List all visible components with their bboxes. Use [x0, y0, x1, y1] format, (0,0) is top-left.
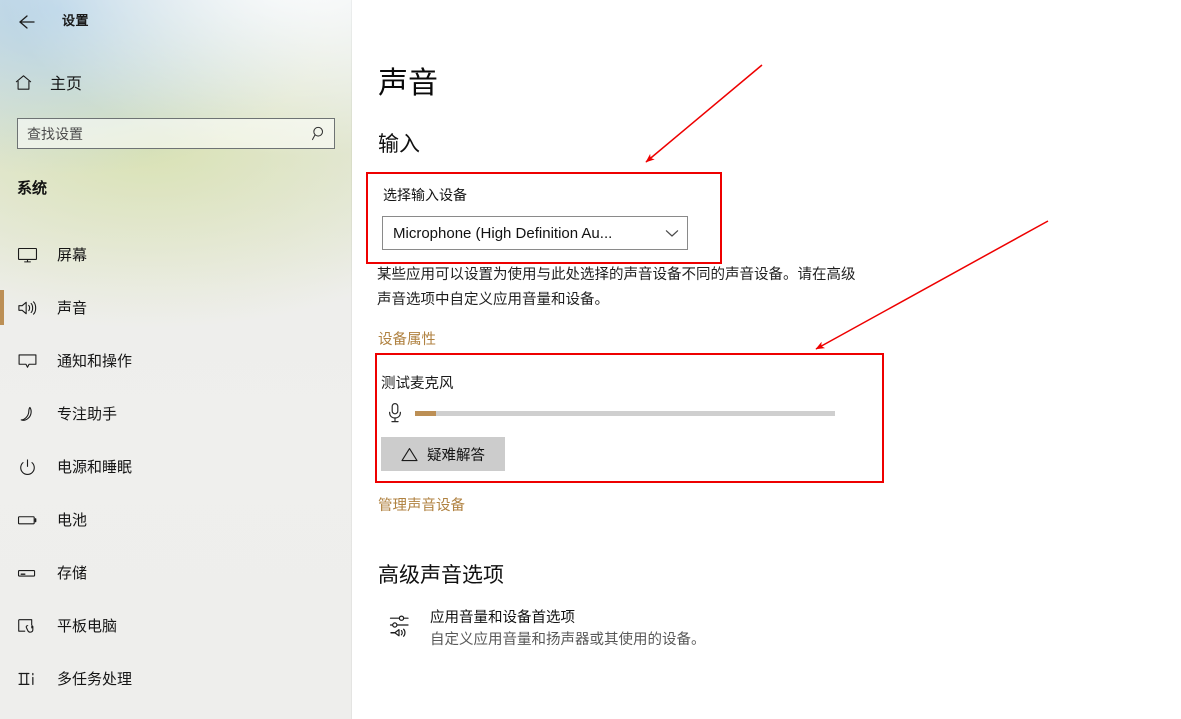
search-icon[interactable] — [304, 119, 334, 148]
app-volume-subtitle: 自定义应用音量和扬声器或其使用的设备。 — [430, 632, 706, 648]
sidebar-item-label: 专注助手 — [57, 406, 118, 423]
sidebar-nav: 屏幕 声音 通知和操作 专注助手 电源和睡眠 电池 存储 平板电脑 多任务处理 — [0, 228, 352, 705]
sidebar-item-display[interactable]: 屏幕 — [0, 228, 352, 281]
input-description: 某些应用可以设置为使用与此处选择的声音设备不同的声音设备。请在高级声音选项中自定… — [377, 267, 856, 308]
microphone-icon — [384, 402, 406, 424]
selection-indicator — [0, 661, 4, 696]
main-content: 声音 输入 选择输入设备 Microphone (High Definition… — [352, 0, 1181, 719]
sidebar-item-battery[interactable]: 电池 — [0, 493, 352, 546]
sidebar-header: 设置 — [0, 0, 352, 46]
troubleshoot-label: 疑难解答 — [427, 447, 485, 464]
sidebar-item-tablet[interactable]: 平板电脑 — [0, 599, 352, 652]
sidebar-group-title: 系统 — [17, 180, 48, 197]
sidebar-item-label: 存储 — [57, 565, 88, 582]
input-device-dropdown[interactable]: Microphone (High Definition Au... — [382, 216, 688, 250]
sidebar-item-focus-assist[interactable]: 专注助手 — [0, 387, 352, 440]
test-microphone-label: 测试麦克风 — [381, 376, 454, 392]
sidebar-item-label: 通知和操作 — [57, 353, 133, 370]
sidebar: 设置 主页 系统 — [0, 0, 352, 719]
advanced-section-heading: 高级声音选项 — [378, 564, 504, 587]
page-title: 声音 — [378, 67, 438, 100]
microphone-level-meter — [384, 400, 844, 426]
sidebar-item-label: 电池 — [57, 512, 88, 529]
chevron-down-icon — [657, 217, 687, 249]
input-device-value: Microphone (High Definition Au... — [393, 224, 613, 242]
meter-track — [415, 410, 835, 416]
tablet-icon — [17, 614, 47, 638]
warning-triangle-icon — [401, 447, 418, 462]
sidebar-item-sound[interactable]: 声音 — [0, 281, 352, 334]
notification-icon — [17, 349, 47, 373]
storage-icon — [17, 561, 47, 585]
sidebar-item-home[interactable]: 主页 — [14, 67, 314, 97]
battery-icon — [17, 508, 47, 532]
device-properties-link[interactable]: 设备属性 — [378, 328, 436, 349]
selection-indicator — [0, 555, 4, 590]
troubleshoot-button[interactable]: 疑难解答 — [381, 437, 505, 471]
selection-indicator — [0, 396, 4, 431]
search-input[interactable] — [18, 119, 304, 148]
sidebar-item-notifications[interactable]: 通知和操作 — [0, 334, 352, 387]
sidebar-item-label: 主页 — [50, 76, 83, 93]
sidebar-item-label: 多任务处理 — [57, 671, 133, 688]
home-icon — [14, 73, 44, 92]
meter-fill — [415, 410, 436, 416]
back-arrow-icon[interactable] — [8, 6, 42, 38]
power-icon — [17, 455, 47, 479]
sidebar-item-label: 电源和睡眠 — [57, 459, 133, 476]
selection-indicator — [0, 290, 4, 325]
selection-indicator — [0, 608, 4, 643]
sidebar-item-storage[interactable]: 存储 — [0, 546, 352, 599]
sidebar-item-label: 声音 — [57, 300, 88, 317]
manage-sound-devices-link[interactable]: 管理声音设备 — [378, 494, 465, 515]
multitask-icon — [17, 667, 47, 691]
selection-indicator — [0, 237, 4, 272]
app-volume-text-block: 应用音量和设备首选项 自定义应用音量和扬声器或其使用的设备。 — [430, 608, 706, 651]
app-volume-preferences-item[interactable]: 应用音量和设备首选项 自定义应用音量和扬声器或其使用的设备。 — [388, 608, 706, 651]
app-volume-title: 应用音量和设备首选项 — [430, 610, 575, 626]
monitor-icon — [17, 243, 47, 267]
search-box[interactable] — [17, 118, 335, 149]
sidebar-item-power-sleep[interactable]: 电源和睡眠 — [0, 440, 352, 493]
sidebar-item-label: 屏幕 — [57, 247, 88, 264]
app-title: 设置 — [62, 13, 90, 28]
settings-window: 设置 主页 系统 — [0, 0, 1181, 719]
volume-mixer-icon — [388, 608, 416, 643]
selection-indicator — [0, 502, 4, 537]
sidebar-item-multitasking[interactable]: 多任务处理 — [0, 652, 352, 705]
moon-icon — [17, 402, 47, 426]
input-device-label: 选择输入设备 — [383, 187, 467, 203]
sidebar-item-label: 平板电脑 — [57, 618, 118, 635]
speaker-icon — [17, 296, 47, 320]
input-section-heading: 输入 — [378, 133, 420, 156]
selection-indicator — [0, 449, 4, 484]
selection-indicator — [0, 343, 4, 378]
